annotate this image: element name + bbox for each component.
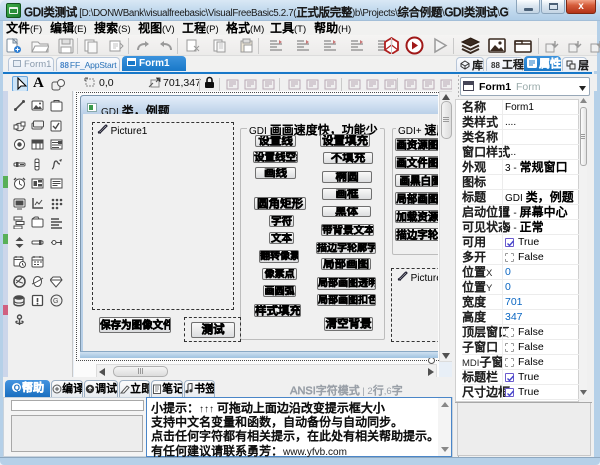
svg-text:Q: Q: [14, 383, 20, 392]
svg-text:G: G: [53, 298, 58, 305]
